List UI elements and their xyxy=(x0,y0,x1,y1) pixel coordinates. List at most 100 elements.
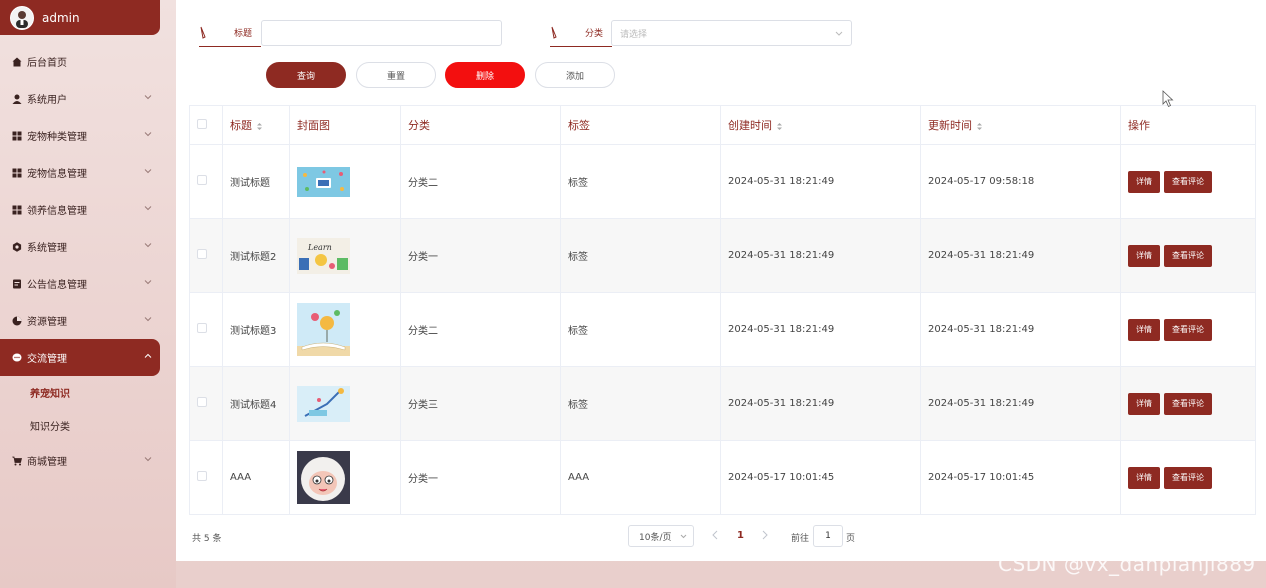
sidebar-subitem-label: 养宠知识 xyxy=(30,389,70,400)
cell-category: 分类二 xyxy=(400,292,561,367)
header-category-text: 分类 xyxy=(408,119,430,132)
row-select[interactable] xyxy=(189,440,223,515)
sidebar-item-home[interactable]: 后台首页 xyxy=(0,43,160,80)
header-cover-text: 封面图 xyxy=(297,119,330,132)
checkbox[interactable] xyxy=(197,175,207,185)
pen-icon xyxy=(200,26,206,39)
table-row: AAA 分类一 AAA 2024-05-17 10:01:45 2024-05-… xyxy=(189,440,1256,515)
checkbox[interactable] xyxy=(197,118,207,129)
cell-updated: 2024-05-17 09:58:18 xyxy=(920,144,1121,219)
goto-page-input[interactable]: 1 xyxy=(813,525,843,547)
header-tag: 标签 xyxy=(560,105,721,145)
cell-category: 分类一 xyxy=(400,440,561,515)
sidebar-item-label: 商城管理 xyxy=(27,457,67,468)
checkbox[interactable] xyxy=(197,397,207,407)
detail-button[interactable]: 详情 xyxy=(1128,244,1160,267)
user-name: admin xyxy=(42,10,80,25)
sidebar-subitem-pet-knowledge[interactable]: 养宠知识 xyxy=(0,376,176,409)
cell-title: 测试标题4 xyxy=(222,366,290,441)
user-bar[interactable]: admin xyxy=(0,0,160,35)
view-comments-button[interactable]: 查看评论 xyxy=(1164,318,1212,341)
header-title[interactable]: 标题 xyxy=(222,105,290,145)
cover-image xyxy=(297,385,350,422)
table-row: 测试标题 分类二 标签 2024-05-31 18:21:49 2024-05-… xyxy=(189,144,1256,219)
header-category: 分类 xyxy=(400,105,561,145)
detail-button[interactable]: 详情 xyxy=(1128,392,1160,415)
cell-category: 分类一 xyxy=(400,218,561,293)
view-comments-button[interactable]: 查看评论 xyxy=(1164,466,1212,489)
grid-icon xyxy=(11,130,23,142)
grid-icon xyxy=(11,167,23,179)
table-row: 测试标题3 分类二 标签 2024-05-31 18:21:49 2024-05… xyxy=(189,292,1256,367)
page-size-value: 10条/页 xyxy=(639,532,672,543)
sidebar-item-pet-category[interactable]: 宠物种类管理 xyxy=(0,117,160,154)
category-select[interactable]: 请选择 xyxy=(611,20,852,46)
cell-title: AAA xyxy=(222,440,290,515)
user-icon xyxy=(11,93,23,105)
detail-button[interactable]: 详情 xyxy=(1128,318,1160,341)
checkbox[interactable] xyxy=(197,249,207,259)
reset-button[interactable]: 重置 xyxy=(356,62,436,88)
detail-button[interactable]: 详情 xyxy=(1128,170,1160,193)
cell-cover xyxy=(289,144,401,219)
chevron-down-icon xyxy=(144,206,152,211)
header-created[interactable]: 创建时间 xyxy=(720,105,921,145)
cell-tag: 标签 xyxy=(560,366,721,441)
chevron-down-icon xyxy=(144,457,152,462)
checkbox[interactable] xyxy=(197,471,207,481)
sidebar-item-resources[interactable]: 资源管理 xyxy=(0,302,160,339)
row-select[interactable] xyxy=(189,366,223,441)
watermark: CSDN @vx_danpianji889 xyxy=(998,552,1256,576)
sidebar-item-label: 资源管理 xyxy=(27,317,67,328)
sidebar-item-system-management[interactable]: 系统管理 xyxy=(0,228,160,265)
table-header-row: 标题 封面图 分类 标签 创建时间 更新时间 操作 xyxy=(189,105,1256,145)
sort-icon[interactable] xyxy=(976,122,983,131)
sidebar-menu: 后台首页 系统用户 宠物种类管理 宠物信息管理 领养信息管理 系统管理 公告信息… xyxy=(0,43,176,479)
cell-created: 2024-05-31 18:21:49 xyxy=(720,218,921,293)
current-page[interactable]: 1 xyxy=(737,530,744,541)
cell-created: 2024-05-31 18:21:49 xyxy=(720,292,921,367)
prev-page-icon[interactable] xyxy=(711,530,719,540)
page-size-select[interactable]: 10条/页 xyxy=(628,525,694,547)
sidebar-item-system-users[interactable]: 系统用户 xyxy=(0,80,160,117)
table-row: 测试标题4 分类三 标签 2024-05-31 18:21:49 2024-05… xyxy=(189,366,1256,441)
category-filter-label: 分类 xyxy=(550,19,612,47)
sidebar-item-communication[interactable]: 交流管理 xyxy=(0,339,160,376)
sort-icon[interactable] xyxy=(256,122,263,131)
checkbox[interactable] xyxy=(197,323,207,333)
grid-icon xyxy=(11,204,23,216)
pagination-total: 共 5 条 xyxy=(192,534,222,544)
search-button[interactable]: 查询 xyxy=(266,62,346,88)
sidebar-item-adoption-info[interactable]: 领养信息管理 xyxy=(0,191,160,228)
delete-button[interactable]: 删除 xyxy=(445,62,525,88)
sidebar-item-shop[interactable]: 商城管理 xyxy=(0,442,160,479)
table-row: 测试标题2 Learn 分类一 标签 2024-05-31 18:21:49 2… xyxy=(189,218,1256,293)
sort-icon[interactable] xyxy=(776,122,783,131)
cover-image: Learn xyxy=(297,237,350,274)
category-filter-label-text: 分类 xyxy=(585,29,604,39)
row-select[interactable] xyxy=(189,218,223,293)
add-button[interactable]: 添加 xyxy=(535,62,615,88)
sidebar-item-pet-info[interactable]: 宠物信息管理 xyxy=(0,154,160,191)
detail-button[interactable]: 详情 xyxy=(1128,466,1160,489)
title-filter-label-text: 标题 xyxy=(234,29,253,39)
header-tag-text: 标签 xyxy=(568,119,590,132)
view-comments-button[interactable]: 查看评论 xyxy=(1164,392,1212,415)
title-input[interactable] xyxy=(261,20,502,46)
data-table: 标题 封面图 分类 标签 创建时间 更新时间 操作 测试标题 分类二 标签 20… xyxy=(189,105,1256,515)
sidebar-subitem-knowledge-category[interactable]: 知识分类 xyxy=(0,409,176,442)
cell-category: 分类三 xyxy=(400,366,561,441)
header-cover: 封面图 xyxy=(289,105,401,145)
row-select[interactable] xyxy=(189,144,223,219)
cover-image xyxy=(297,303,350,356)
sidebar-item-label: 系统管理 xyxy=(27,243,67,254)
sidebar-item-notices[interactable]: 公告信息管理 xyxy=(0,265,160,302)
view-comments-button[interactable]: 查看评论 xyxy=(1164,244,1212,267)
header-updated[interactable]: 更新时间 xyxy=(920,105,1121,145)
header-select-all[interactable] xyxy=(189,105,223,145)
cell-actions: 详情 查看评论 xyxy=(1120,292,1256,367)
row-select[interactable] xyxy=(189,292,223,367)
cover-image xyxy=(297,451,350,504)
view-comments-button[interactable]: 查看评论 xyxy=(1164,170,1212,193)
next-page-icon[interactable] xyxy=(761,530,769,540)
